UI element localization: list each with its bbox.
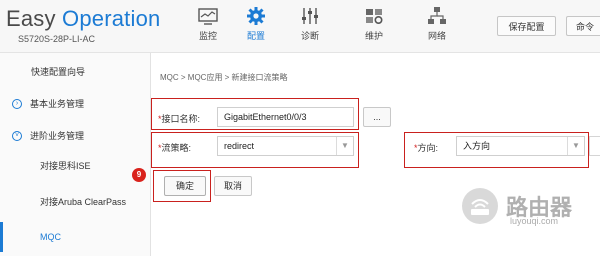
watermark-subtitle: luyouqi.com [510, 216, 559, 226]
maintenance-icon [366, 9, 383, 25]
sidebar-item-label: MQC [40, 232, 61, 242]
browse-interface-button[interactable]: ... [363, 107, 391, 127]
app-logo: Easy Operation [6, 6, 160, 32]
traffic-policy-label-text: 流策略: [161, 143, 192, 153]
logo-easy-text: Easy [6, 6, 56, 31]
sidebar-item-label: 基本业务管理 [30, 99, 85, 109]
monitor-icon [198, 8, 218, 25]
direction-value: 入方向 [463, 141, 491, 151]
step-badge: 9 [132, 168, 146, 182]
nav-diagnose-label: 诊断 [300, 31, 319, 41]
cancel-button[interactable]: 取消 [214, 176, 252, 196]
command-button[interactable]: 命令 [566, 16, 600, 36]
direction-label: *方向: [414, 141, 438, 154]
sidebar-item-mqc[interactable]: MQC [0, 222, 150, 252]
breadcrumb: MQC > MQC应用 > 新建接口流策略 [160, 73, 288, 82]
gear-icon [247, 7, 265, 25]
traffic-policy-select[interactable]: redirect ▼ [217, 136, 354, 156]
nav-network[interactable]: 网络 [417, 2, 457, 50]
nav-maintain-label: 维护 [364, 31, 383, 41]
chevron-down-icon: ▼ [336, 137, 353, 155]
direction-select[interactable]: 入方向 ▼ [456, 136, 585, 156]
traffic-policy-value: redirect [224, 141, 255, 151]
sidebar-item-cisco-ise[interactable]: 对接思科ISE [0, 151, 150, 181]
interface-name-label-text: 接口名称: [161, 114, 201, 124]
ok-button[interactable]: 确定 [164, 176, 206, 196]
save-config-button[interactable]: 保存配置 [497, 16, 556, 36]
sidebar-item-aruba-clearpass[interactable]: 对接Aruba ClearPass [0, 187, 150, 217]
logo-operation-text: Operation [62, 6, 161, 31]
network-tree-icon [428, 7, 446, 24]
direction-select-overflow [589, 136, 600, 156]
interface-name-input[interactable]: GigabitEthernet0/0/3 [217, 107, 354, 127]
sidebar-item-label: 对接Aruba ClearPass [40, 197, 127, 207]
sidebar-item-label: 进阶业务管理 [30, 131, 85, 141]
device-model: S5720S-28P-LI-AC [18, 34, 96, 44]
nav-monitor-label: 监控 [198, 31, 217, 41]
sidebar-item-label: 对接思科ISE [40, 161, 91, 171]
collapse-arrow-icon: ˅ [12, 131, 22, 141]
watermark-logo [462, 188, 498, 224]
nav-diagnose[interactable]: 诊断 [290, 2, 330, 50]
sidebar-item-basic-services[interactable]: › 基本业务管理 [0, 89, 150, 119]
sliders-icon [302, 8, 318, 24]
direction-label-text: 方向: [417, 143, 439, 153]
nav-config-label: 配置 [246, 31, 265, 41]
traffic-policy-label: *流策略: [158, 141, 191, 154]
nav-network-label: 网络 [427, 31, 446, 41]
interface-name-label: *接口名称: [158, 112, 200, 125]
sidebar-item-label: 快速配置向导 [31, 67, 86, 77]
nav-config[interactable]: 配置 [236, 2, 276, 50]
sidebar-item-advanced-services[interactable]: ˅ 进阶业务管理 [0, 121, 150, 151]
chevron-down-icon: ▼ [567, 137, 584, 155]
sidebar-item-quick-wizard[interactable]: 快速配置向导 [0, 57, 150, 87]
nav-monitor[interactable]: 监控 [188, 2, 228, 50]
router-wifi-icon [471, 199, 489, 215]
nav-maintain[interactable]: 维护 [354, 2, 394, 50]
expand-arrow-icon: › [12, 99, 22, 109]
